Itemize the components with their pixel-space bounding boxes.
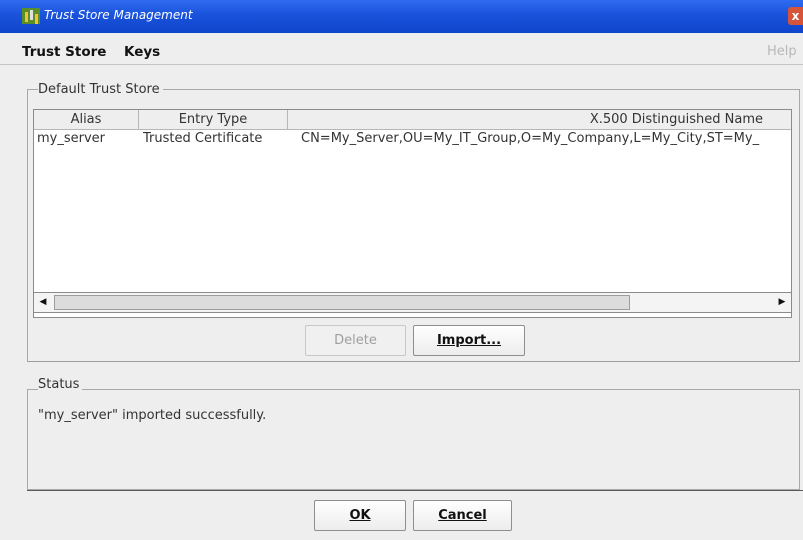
column-header-distinguished-name[interactable]: X.500 Distinguished Name xyxy=(288,110,791,129)
cell-alias: my_server xyxy=(37,131,106,146)
scrollbar-thumb[interactable] xyxy=(54,295,630,310)
table-row[interactable]: my_server Trusted Certificate CN=My_Serv… xyxy=(34,129,791,149)
trust-store-table: Alias Entry Type X.500 Distinguished Nam… xyxy=(33,109,792,318)
scroll-right-icon[interactable]: ▶ xyxy=(774,294,790,311)
menu-bar: Trust Store Keys Help xyxy=(0,40,803,62)
column-header-alias[interactable]: Alias xyxy=(34,110,139,129)
cell-distinguished-name: CN=My_Server,OU=My_IT_Group,O=My_Company… xyxy=(301,131,760,146)
horizontal-scrollbar[interactable]: ◀ ▶ xyxy=(33,292,792,313)
menu-trust-store[interactable]: Trust Store xyxy=(22,44,106,60)
trust-store-panel-label: Default Trust Store xyxy=(38,82,163,97)
window-title: Trust Store Management xyxy=(44,8,193,22)
delete-button[interactable]: Delete xyxy=(305,325,406,356)
close-button[interactable]: x xyxy=(788,7,803,25)
menu-divider xyxy=(0,64,803,65)
status-message: "my_server" imported successfully. xyxy=(38,408,267,423)
app-icon xyxy=(22,8,40,24)
title-bar: Trust Store Management x xyxy=(0,0,803,33)
menu-help[interactable]: Help xyxy=(767,44,797,59)
ok-button[interactable]: OK xyxy=(314,500,406,531)
import-button[interactable]: Import... xyxy=(413,325,525,356)
status-panel xyxy=(27,389,800,490)
bottom-divider xyxy=(27,490,803,491)
scroll-left-icon[interactable]: ◀ xyxy=(35,294,51,311)
status-panel-label: Status xyxy=(38,377,83,392)
menu-keys[interactable]: Keys xyxy=(124,44,160,60)
cancel-button[interactable]: Cancel xyxy=(413,500,512,531)
column-header-entry-type[interactable]: Entry Type xyxy=(139,110,288,129)
cell-entry-type: Trusted Certificate xyxy=(143,131,263,146)
table-header: Alias Entry Type X.500 Distinguished Nam… xyxy=(34,110,791,130)
